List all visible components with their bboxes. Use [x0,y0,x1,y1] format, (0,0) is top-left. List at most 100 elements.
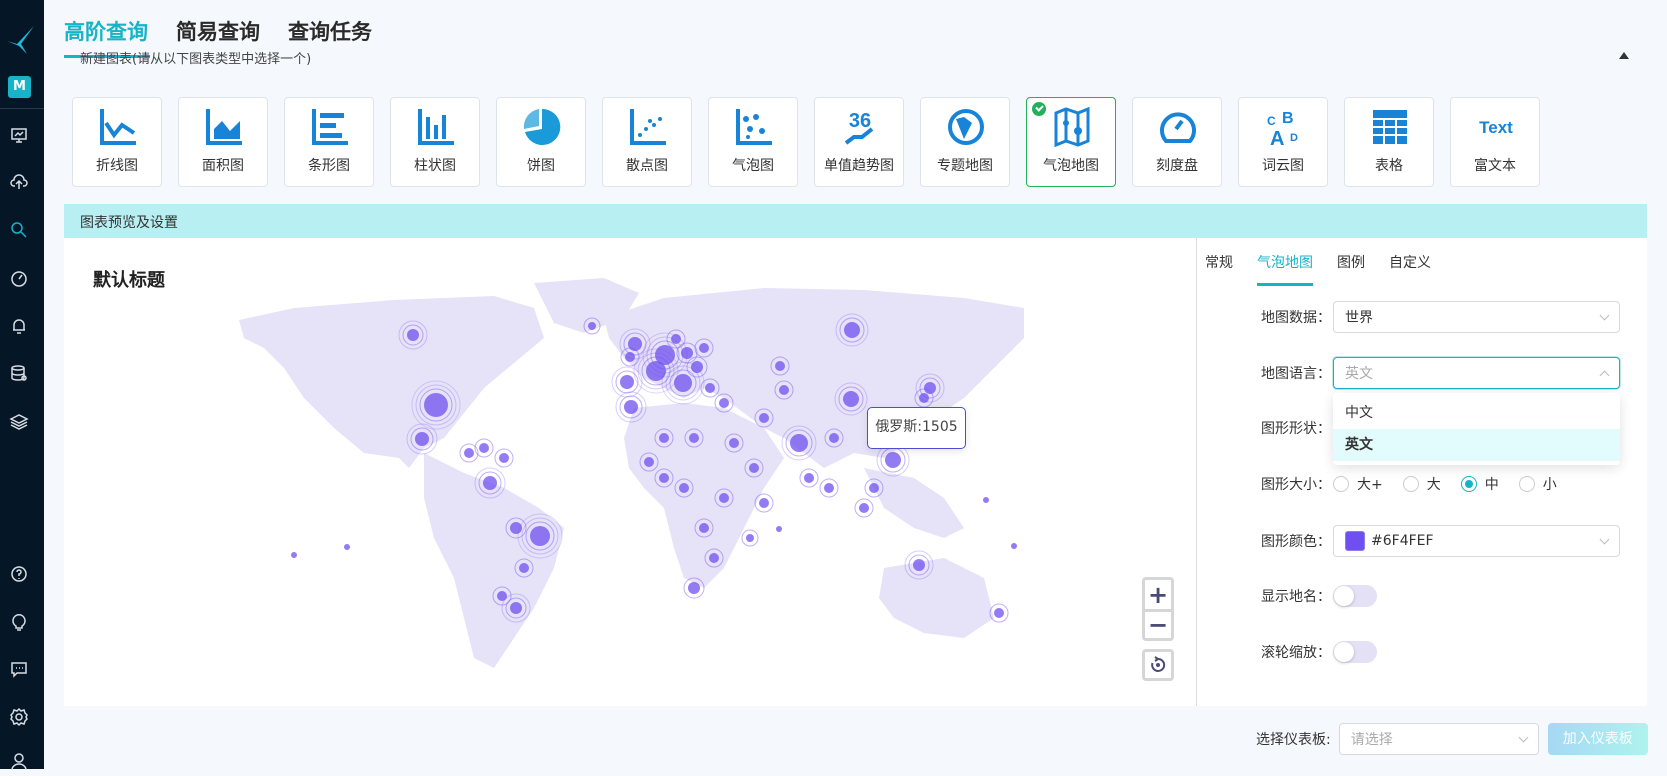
bubble-dot [655,345,675,365]
dashboard-icon[interactable] [9,125,29,145]
layers-icon[interactable] [9,411,29,431]
dashboard-select[interactable]: 请选择 [1338,723,1539,755]
bubble-map-icon [1054,107,1090,147]
chart-type-line[interactable]: 折线图 [72,97,162,187]
bubble-dot [719,398,729,408]
bubble-dot [709,553,719,563]
user-icon[interactable] [9,752,29,772]
tab-advanced-query[interactable]: 高阶查询 [64,16,150,58]
map-bubble[interactable] [819,478,839,498]
size-radio-medium[interactable]: 中 [1460,474,1499,494]
settings-icon[interactable] [9,707,29,727]
bubble-dot [859,503,869,513]
bubble-dot [869,483,879,493]
gauge-icon[interactable] [9,268,29,288]
database-icon[interactable] [9,363,29,383]
search-icon[interactable] [9,220,29,240]
map-bubble[interactable] [406,423,438,455]
svg-text:36: 36 [849,110,871,132]
map-bubble[interactable] [904,550,934,580]
message-icon[interactable] [9,659,29,679]
reset-icon [1151,656,1166,672]
settings-tab-general[interactable]: 常规 [1205,252,1233,286]
upload-cloud-icon[interactable] [9,172,29,192]
svg-text:A: A [1270,128,1284,147]
bubble-dot [729,438,739,448]
map-bubble[interactable] [291,552,297,558]
show-names-toggle[interactable] [1333,585,1377,607]
chart-type-table[interactable]: 表格 [1344,97,1434,187]
bubble-dot [679,483,689,493]
map-bubble[interactable] [344,544,350,550]
chart-type-scatter[interactable]: 散点图 [602,97,692,187]
map-bubble[interactable] [494,448,514,468]
reset-view-button[interactable] [1142,649,1174,681]
chart-type-bar[interactable]: 条形图 [284,97,374,187]
size-radio-large[interactable]: 大 [1402,474,1441,494]
chevron-down-icon [1599,310,1610,320]
map-zoom-control: + − [1142,577,1174,641]
language-option-chinese[interactable]: 中文 [1333,397,1620,429]
map-bubble[interactable] [398,320,428,350]
map-bubble[interactable] [459,443,479,463]
bubble-dot [291,552,297,558]
chart-type-word-cloud[interactable]: CBAD 词云图 [1238,97,1328,187]
bubble-dot [746,534,754,542]
color-row: 图形颜色： #6F4FEF [1261,525,1620,557]
add-to-dashboard-button[interactable]: 加入仪表板 [1547,723,1648,755]
zoom-out-button[interactable]: − [1145,609,1171,639]
map-bubble[interactable] [615,391,647,423]
settings-tab-bubble-map[interactable]: 气泡地图 [1257,252,1313,286]
selected-check-icon [1032,102,1046,116]
map-bubble[interactable] [1011,543,1017,549]
top-nav: 高阶查询 简易查询 查询任务 [64,16,372,58]
map-data-row: 地图数据： 世界 [1261,301,1620,333]
chart-type-single-value-trend[interactable]: 36 单值趋势图 [814,97,904,187]
rich-text-icon: Text [1479,118,1513,137]
dashboard-select-label: 选择仪表板: [1256,732,1331,748]
color-picker[interactable]: #6F4FEF [1333,525,1620,557]
world-bubble-map[interactable] [64,238,1196,706]
bubble-dot [689,433,699,443]
chart-type-gauge[interactable]: 刻度盘 [1132,97,1222,187]
radio-circle [1333,476,1349,492]
tab-simple-query[interactable]: 简易查询 [176,16,260,56]
wheel-zoom-row: 滚轮缩放： [1261,641,1377,663]
chart-type-bubble-map[interactable]: 气泡地图 [1026,97,1116,187]
map-bubble[interactable] [854,498,874,518]
map-bubble[interactable] [754,493,774,513]
chart-type-thematic-map[interactable]: 专题地图 [920,97,1010,187]
chart-type-rich-text[interactable]: Text 富文本 [1450,97,1540,187]
bubble-dot [644,457,654,467]
bubble-dot [705,383,715,393]
map-data-select[interactable]: 世界 [1333,301,1620,333]
workspace-badge[interactable]: M [8,76,31,98]
chart-type-pie[interactable]: 饼图 [496,97,586,187]
svg-text:Text: Text [1479,118,1513,137]
wheel-zoom-toggle[interactable] [1333,641,1377,663]
chart-type-column[interactable]: 柱状图 [390,97,480,187]
bell-icon[interactable] [9,316,29,336]
map-bubble[interactable] [915,373,945,403]
size-radio-small[interactable]: 小 [1518,474,1557,494]
map-bubble[interactable] [474,467,506,499]
map-bubble[interactable] [983,497,989,503]
map-language-select[interactable]: 英文 [1333,357,1620,389]
map-bubble[interactable] [799,468,819,488]
map-bubble[interactable] [776,526,782,532]
chart-type-bubble[interactable]: 气泡图 [708,97,798,187]
chart-type-label: 表格 [1375,158,1403,174]
chart-type-area[interactable]: 面积图 [178,97,268,187]
size-radio-xlarge[interactable]: 大+ [1333,474,1383,494]
help-icon[interactable] [9,564,29,584]
sidebar-divider [0,108,44,109]
lightbulb-icon[interactable] [9,612,29,632]
tab-query-tasks[interactable]: 查询任务 [288,16,372,56]
language-option-english[interactable]: 英文 [1333,429,1620,461]
map-bubble[interactable] [741,529,759,547]
zoom-in-button[interactable]: + [1145,580,1171,609]
settings-tab-custom[interactable]: 自定义 [1389,252,1431,286]
map-bubble[interactable] [501,593,531,623]
settings-tab-legend[interactable]: 图例 [1337,252,1365,286]
collapse-caret-icon[interactable] [1619,52,1629,59]
